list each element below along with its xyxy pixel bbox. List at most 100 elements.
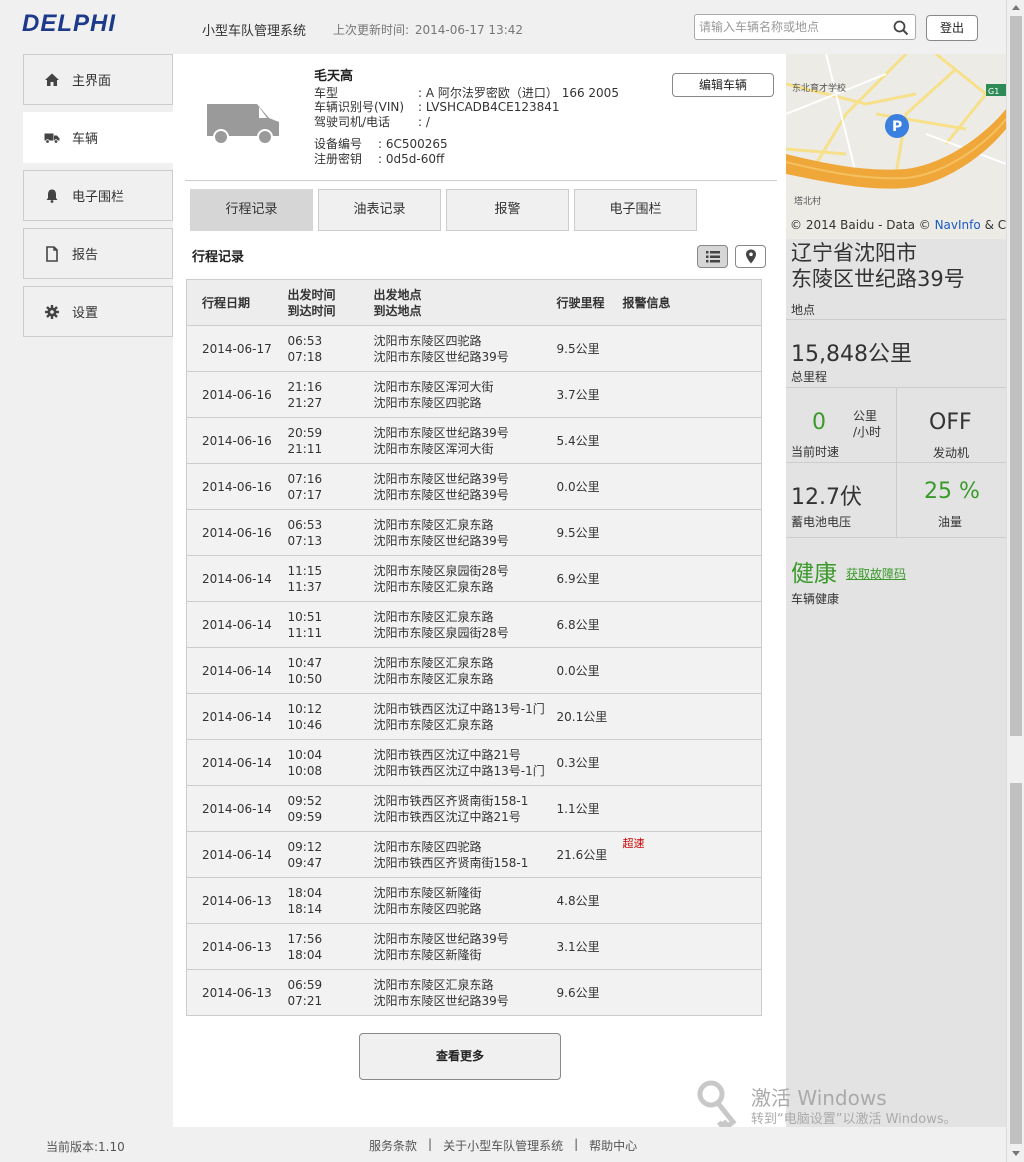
- van-icon: [207, 104, 279, 145]
- trip-distance: 20.1公里: [556, 693, 623, 740]
- top-bar: DELPHI 小型车队管理系统 上次更新时间: 2014-06-17 13:42…: [0, 0, 1006, 54]
- sidebar-item-label: 电子围栏: [72, 190, 125, 205]
- header-arrive-time: 到达时间: [287, 303, 336, 318]
- fuel-label: 油量: [938, 515, 963, 529]
- table-row[interactable]: 2014-06-17 06:53 07:18 沈阳市东陵区四驼路 沈阳市东陵区世纪路39…: [186, 325, 762, 372]
- divider: [896, 463, 897, 537]
- depart-time: 06:53: [287, 517, 323, 532]
- trip-date: 2014-06-13: [186, 877, 288, 924]
- trip-table: 行程日期 出发时间 到达时间 出发地点 到达地点 行驶里程 报警信息 2014-06…: [186, 279, 762, 1016]
- arrive-time: 18:14: [287, 901, 323, 916]
- arrive-time: 11:37: [287, 579, 323, 594]
- sidebar-item-geofence[interactable]: 电子围栏: [23, 170, 173, 221]
- navinfo-link[interactable]: NavInfo: [935, 218, 981, 232]
- arrive-time: 07:17: [287, 487, 323, 502]
- page-scrollbar[interactable]: [1006, 0, 1024, 1162]
- table-row[interactable]: 2014-06-16 07:16 07:17 沈阳市东陵区世纪路39号 沈阳市东陵区世纪…: [186, 463, 762, 510]
- scroll-up-arrow[interactable]: [1012, 5, 1020, 10]
- view-more-button[interactable]: 查看更多: [359, 1033, 561, 1080]
- table-row[interactable]: 2014-06-14 09:12 09:47 沈阳市东陵区四驼路 沈阳市铁西区齐贤南街1…: [186, 831, 762, 878]
- trip-date: 2014-06-16: [186, 417, 288, 464]
- trip-alert: [622, 739, 762, 786]
- last-updated-time: 2014-06-17 13:42: [414, 23, 524, 37]
- sidebar-item-home[interactable]: 主界面: [23, 54, 173, 105]
- terms-link[interactable]: 服务条款: [369, 1137, 417, 1154]
- engine-status: OFF: [929, 410, 972, 435]
- document-icon: [46, 245, 58, 262]
- table-row[interactable]: 2014-06-13 17:56 18:04 沈阳市东陵区世纪路39号 沈阳市东陵区新隆…: [186, 923, 762, 970]
- tab-geofence[interactable]: 电子围栏: [574, 189, 697, 231]
- trip-distance: 1.1公里: [556, 785, 623, 832]
- sidebar-item-reports[interactable]: 报告: [23, 228, 173, 279]
- scrollbar-thumb[interactable]: [1010, 16, 1022, 736]
- arrive-place: 沈阳市东陵区四驼路: [373, 901, 482, 916]
- sidebar-item-settings[interactable]: 设置: [23, 286, 173, 337]
- divider: [896, 388, 897, 462]
- table-row[interactable]: 2014-06-14 10:04 10:08 沈阳市铁西区沈辽中路21号 沈阳市铁西区沈…: [186, 739, 762, 786]
- scrollbar-track-lower[interactable]: [1010, 783, 1022, 1144]
- table-row[interactable]: 2014-06-14 10:51 11:11 沈阳市东陵区汇泉东路 沈阳市东陵区泉园街2…: [186, 601, 762, 648]
- about-link[interactable]: 关于小型车队管理系统: [443, 1137, 563, 1154]
- arrive-time: 07:21: [287, 993, 323, 1008]
- logout-button[interactable]: 登出: [926, 15, 978, 41]
- table-row[interactable]: 2014-06-14 09:52 09:59 沈阳市铁西区齐贤南街158-1 沈阳市铁西…: [186, 785, 762, 832]
- tab-trips[interactable]: 行程记录: [190, 189, 313, 231]
- trip-distance: 0.0公里: [556, 463, 623, 510]
- depart-place: 沈阳市东陵区汇泉东路: [373, 977, 494, 992]
- list-view-button[interactable]: [697, 245, 728, 268]
- depart-place: 沈阳市东陵区汇泉东路: [373, 517, 494, 532]
- address-line-1: 辽宁省沈阳市: [791, 241, 917, 265]
- vehicle-info: 毛天高 车型: A 阿尔法罗密欧（进口） 166 2005 车辆识别号(VIN)…: [314, 69, 619, 166]
- depart-place: 沈阳市东陵区汇泉东路: [373, 609, 494, 624]
- trip-distance: 9.6公里: [556, 969, 623, 1016]
- table-row[interactable]: 2014-06-14 10:12 10:46 沈阳市铁西区沈辽中路13号-1门 沈阳市东…: [186, 693, 762, 740]
- arrive-time: 18:04: [287, 947, 323, 962]
- location-map[interactable]: G1 东北育才学校 塔北村 P © 2014 Baidu - Data © Na…: [786, 54, 1006, 239]
- trip-distance: 5.4公里: [556, 417, 623, 464]
- trip-times: 20:59 21:11: [287, 417, 374, 464]
- table-row[interactable]: 2014-06-14 11:15 11:37 沈阳市东陵区泉园街28号 沈阳市东陵区汇泉…: [186, 555, 762, 602]
- tab-fuel[interactable]: 油表记录: [318, 189, 441, 231]
- trip-places: 沈阳市东陵区泉园街28号 沈阳市东陵区汇泉东路: [373, 555, 557, 602]
- table-row[interactable]: 2014-06-14 10:47 10:50 沈阳市东陵区汇泉东路 沈阳市东陵区汇泉东路…: [186, 647, 762, 694]
- help-link[interactable]: 帮助中心: [589, 1137, 637, 1154]
- divider: [185, 180, 777, 181]
- search-input[interactable]: [699, 16, 889, 38]
- arrive-time: 09:59: [287, 809, 323, 824]
- total-mileage-label: 总里程: [791, 370, 828, 384]
- trip-alert: [622, 555, 762, 602]
- sidebar-item-vehicles[interactable]: 车辆: [23, 112, 175, 163]
- device-value: : 6C500265: [378, 137, 448, 151]
- table-row[interactable]: 2014-06-16 21:16 21:27 沈阳市东陵区浑河大街 沈阳市东陵区四驼路 3…: [186, 371, 762, 418]
- table-row[interactable]: 2014-06-16 06:53 07:13 沈阳市东陵区汇泉东路 沈阳市东陵区世纪路3…: [186, 509, 762, 556]
- depart-place: 沈阳市铁西区沈辽中路21号: [373, 747, 521, 762]
- trip-date: 2014-06-14: [186, 555, 288, 602]
- map-view-button[interactable]: [735, 245, 766, 268]
- trip-alert: [622, 509, 762, 556]
- trip-date: 2014-06-17: [186, 325, 288, 372]
- depart-place: 沈阳市东陵区汇泉东路: [373, 655, 494, 670]
- arrive-time: 09:47: [287, 855, 323, 870]
- delphi-logo[interactable]: DELPHI: [22, 10, 116, 38]
- trip-places: 沈阳市东陵区汇泉东路 沈阳市东陵区泉园街28号: [373, 601, 557, 648]
- search-icon[interactable]: [893, 20, 909, 36]
- table-row[interactable]: 2014-06-16 20:59 21:11 沈阳市东陵区世纪路39号 沈阳市东陵区浑河…: [186, 417, 762, 464]
- table-row[interactable]: 2014-06-13 06:59 07:21 沈阳市东陵区汇泉东路 沈阳市东陵区世纪路3…: [186, 969, 762, 1016]
- tab-alerts[interactable]: 报警: [446, 189, 569, 231]
- map-tiles: G1 东北育才学校 塔北村 P: [786, 54, 1006, 239]
- depart-time: 09:52: [287, 793, 323, 808]
- depart-place: 沈阳市东陵区新隆街: [373, 885, 482, 900]
- trip-times: 06:59 07:21: [287, 969, 374, 1016]
- depart-time: 06:53: [287, 333, 323, 348]
- trip-times: 07:16 07:17: [287, 463, 374, 510]
- arrive-time: 21:27: [287, 395, 323, 410]
- footer: 当前版本:1.10 服务条款 | 关于小型车队管理系统 | 帮助中心: [0, 1127, 1006, 1162]
- edit-vehicle-button[interactable]: 编辑车辆: [672, 73, 774, 97]
- arrive-place: 沈阳市铁西区沈辽中路13号-1门: [373, 763, 545, 778]
- trip-alert: [622, 969, 762, 1016]
- get-fault-codes-link[interactable]: 获取故障码: [846, 565, 906, 582]
- scroll-down-arrow[interactable]: [1012, 1151, 1020, 1156]
- table-row[interactable]: 2014-06-13 18:04 18:14 沈阳市东陵区新隆街 沈阳市东陵区四驼路 4.…: [186, 877, 762, 924]
- current-speed: 0: [812, 410, 826, 435]
- depart-time: 20:59: [287, 425, 323, 440]
